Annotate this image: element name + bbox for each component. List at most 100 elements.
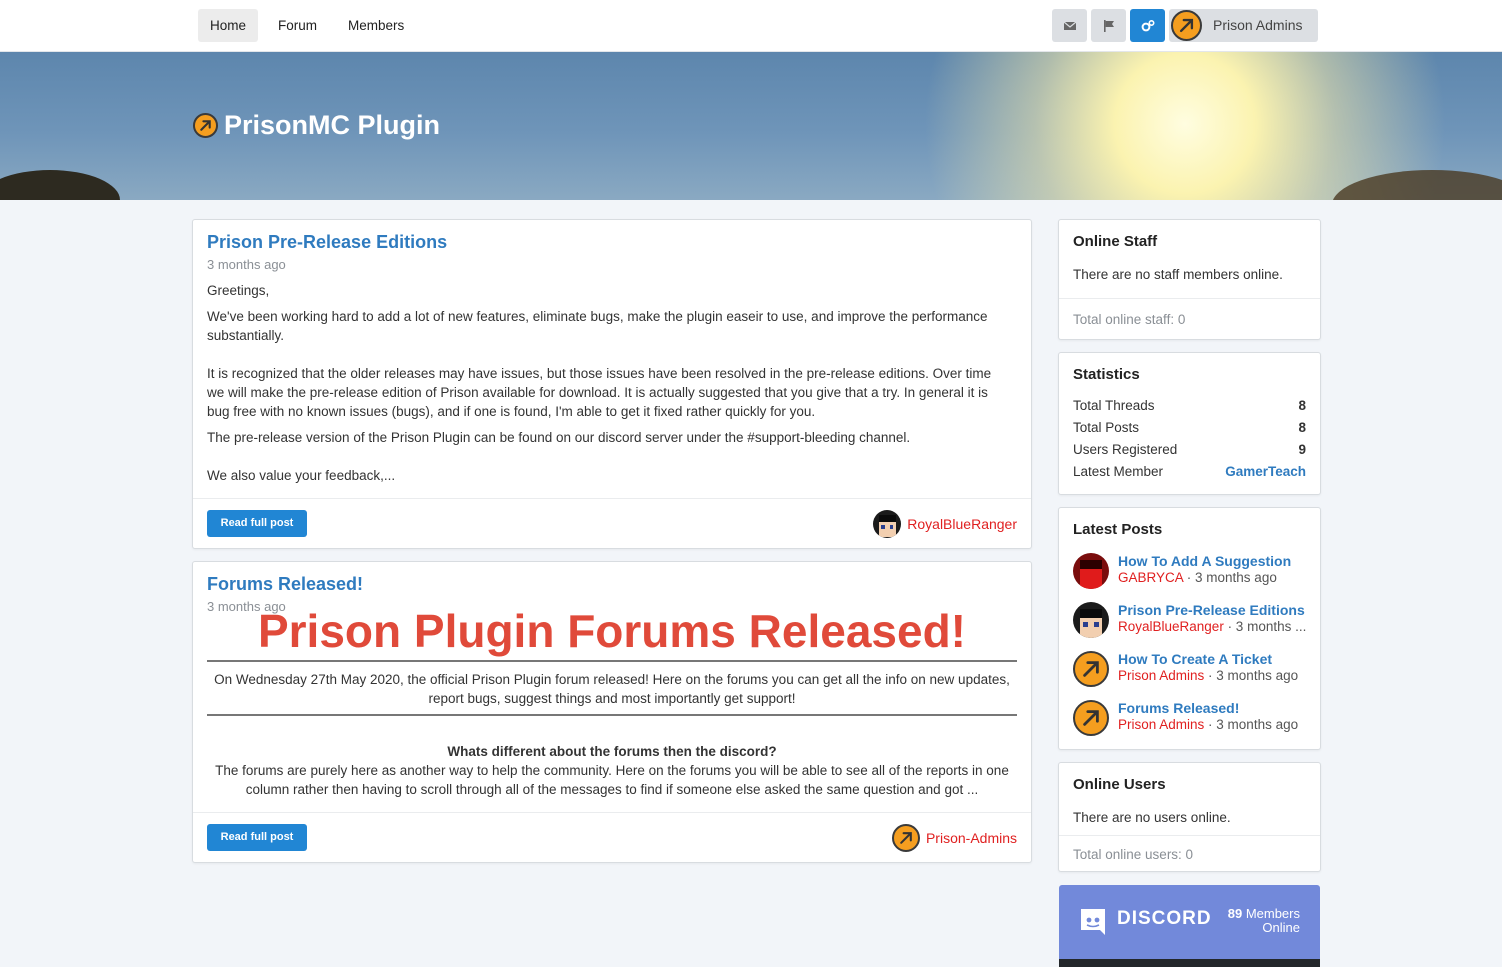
- latest-post-user[interactable]: Prison Admins: [1118, 717, 1204, 732]
- user-name: Prison Admins: [1213, 17, 1303, 33]
- latest-post-title[interactable]: How To Create A Ticket: [1118, 651, 1272, 667]
- pickaxe-avatar-icon: [1073, 651, 1109, 687]
- stat-row: Latest Member GamerTeach: [1073, 464, 1306, 486]
- divider: [207, 660, 1017, 662]
- latest-post-meta: Prison Admins · 3 months ago: [1118, 668, 1308, 683]
- news-post-card: Prison Pre-Release Editions 3 months ago…: [192, 219, 1032, 549]
- post-footer: Read full post Prison-Admins: [193, 812, 1031, 862]
- post-author[interactable]: Prison-Admins: [891, 823, 1017, 852]
- post-paragraph: We also value your feedback,...: [207, 468, 396, 483]
- post-date: 3 months ago: [207, 257, 286, 272]
- pickaxe-avatar-icon: [1073, 700, 1109, 736]
- site-title: PrisonMC Plugin: [224, 110, 440, 140]
- post-paragraph: It is recognized that the older releases…: [207, 366, 992, 419]
- post-footer: Read full post RoyalBlueRanger: [193, 498, 1031, 548]
- widget-title: Latest Posts: [1073, 521, 1163, 538]
- author-name: RoyalBlueRanger: [907, 515, 1017, 532]
- latest-post-item[interactable]: Forums Released! Prison Admins · 3 month…: [1073, 700, 1313, 740]
- stat-label: Users Registered: [1073, 442, 1178, 457]
- stat-row: Total Threads 8: [1073, 398, 1306, 420]
- discord-icon: [1081, 909, 1105, 935]
- post-heading: Prison Plugin Forums Released!: [257, 605, 967, 657]
- divider: [1059, 298, 1320, 299]
- read-full-post-button[interactable]: Read full post: [207, 510, 307, 537]
- widget-text: There are no staff members online.: [1073, 267, 1283, 282]
- discord-count-number: 89: [1227, 906, 1243, 921]
- user-avatar: [1073, 602, 1109, 638]
- discord-wordmark: DISCORD: [1117, 908, 1212, 929]
- stat-value: 8: [1298, 398, 1306, 413]
- author-name: Prison-Admins: [925, 829, 1017, 846]
- latest-post-meta: Prison Admins · 3 months ago: [1118, 717, 1308, 732]
- latest-post-time: · 3 months ago: [1183, 570, 1277, 585]
- latest-post-item[interactable]: Prison Pre-Release Editions RoyalBlueRan…: [1073, 602, 1313, 642]
- user-menu[interactable]: Prison Admins: [1169, 9, 1318, 42]
- discord-widget-footer: [1059, 959, 1320, 967]
- pickaxe-logo-icon: [193, 113, 218, 138]
- latest-post-title[interactable]: Forums Released!: [1118, 700, 1239, 716]
- latest-post-item[interactable]: How To Create A Ticket Prison Admins · 3…: [1073, 651, 1313, 691]
- latest-member-link[interactable]: GamerTeach: [1225, 464, 1306, 479]
- discord-online-label: Online: [1262, 920, 1300, 935]
- widget-total: Total online users: 0: [1073, 847, 1194, 862]
- latest-post-user[interactable]: RoyalBlueRanger: [1118, 619, 1224, 634]
- pickaxe-avatar-icon: [891, 823, 920, 852]
- user-avatar: [1073, 553, 1109, 589]
- post-paragraph: Greetings,: [207, 283, 270, 298]
- post-subheading: Whats different about the forums then th…: [447, 744, 777, 759]
- latest-post-user[interactable]: GABRYCA: [1118, 570, 1183, 585]
- post-title[interactable]: Prison Pre-Release Editions: [207, 232, 447, 253]
- latest-post-meta: RoyalBlueRanger · 3 months ...: [1118, 619, 1308, 634]
- gears-icon: [1141, 19, 1155, 31]
- stat-value: 8: [1298, 420, 1306, 435]
- discord-online-count: 89 Members Online: [1228, 907, 1300, 935]
- alerts-button[interactable]: [1091, 9, 1126, 42]
- flag-icon: [1103, 19, 1114, 32]
- envelope-icon: [1063, 21, 1076, 30]
- nav-home[interactable]: Home: [198, 9, 259, 42]
- admin-panel-button[interactable]: [1130, 9, 1165, 42]
- nav-forum[interactable]: Forum: [266, 9, 329, 42]
- widget-title: Online Staff: [1073, 233, 1158, 250]
- latest-post-time: · 3 months ago: [1204, 717, 1299, 732]
- latest-post-item[interactable]: How To Add A Suggestion GABRYCA · 3 mont…: [1073, 553, 1313, 593]
- divider: [1059, 835, 1320, 836]
- divider: [207, 714, 1017, 716]
- post-title[interactable]: Forums Released!: [207, 574, 363, 595]
- nav-members[interactable]: Members: [336, 9, 416, 42]
- stat-value: 9: [1298, 442, 1306, 457]
- latest-post-user[interactable]: Prison Admins: [1118, 668, 1204, 683]
- news-post-card: Forums Released! 3 months ago Prison Plu…: [192, 561, 1032, 863]
- post-paragraph: The forums are purely here as another wa…: [215, 763, 1009, 797]
- stat-label: Total Threads: [1073, 398, 1155, 413]
- messages-button[interactable]: [1052, 9, 1087, 42]
- widget-title: Statistics: [1073, 366, 1140, 383]
- latest-post-time: · 3 months ...: [1223, 619, 1307, 634]
- post-paragraph: On Wednesday 27th May 2020, the official…: [214, 672, 1010, 706]
- online-users-widget: Online Users There are no users online. …: [1058, 762, 1321, 872]
- widget-total: Total online staff: 0: [1073, 312, 1186, 327]
- user-avatar: [873, 509, 902, 538]
- discord-widget[interactable]: DISCORD 89 Members Online: [1059, 885, 1320, 967]
- latest-posts-widget: Latest Posts How To Add A Suggestion GAB…: [1058, 507, 1321, 750]
- hero-banner: PrisonMC Plugin: [0, 52, 1502, 200]
- widget-title: Online Users: [1073, 776, 1166, 793]
- latest-post-time: · 3 months ago: [1204, 668, 1299, 683]
- latest-post-title[interactable]: How To Add A Suggestion: [1118, 553, 1291, 569]
- read-full-post-button[interactable]: Read full post: [207, 824, 307, 851]
- stat-row: Users Registered 9: [1073, 442, 1306, 464]
- post-author[interactable]: RoyalBlueRanger: [873, 509, 1017, 538]
- pickaxe-avatar-icon: [1171, 10, 1202, 41]
- stat-row: Total Posts 8: [1073, 420, 1306, 442]
- online-staff-widget: Online Staff There are no staff members …: [1058, 219, 1321, 340]
- discord-members-label: Members: [1245, 906, 1300, 921]
- hero-hill: [0, 170, 120, 200]
- latest-post-meta: GABRYCA · 3 months ago: [1118, 570, 1308, 585]
- hero-hill: [1332, 170, 1502, 200]
- latest-post-title[interactable]: Prison Pre-Release Editions: [1118, 602, 1305, 618]
- widget-text: There are no users online.: [1073, 810, 1231, 825]
- stat-label: Total Posts: [1073, 420, 1140, 435]
- post-paragraph: We've been working hard to add a lot of …: [207, 309, 988, 343]
- top-navbar: Home Forum Members Prison Admins: [0, 0, 1502, 52]
- post-paragraph: The pre-release version of the Prison Pl…: [207, 430, 911, 445]
